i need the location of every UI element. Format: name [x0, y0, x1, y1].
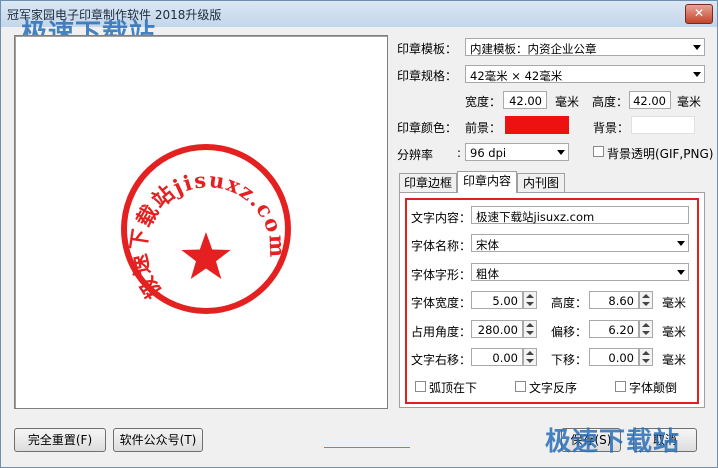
angle-input[interactable]: 280.00 [471, 320, 523, 338]
font-width-input[interactable]: 5.00 [471, 291, 523, 309]
template-select[interactable]: 内建模板：内资企业公章 [465, 38, 705, 56]
font-style-value: 粗体 [476, 267, 499, 281]
font-name-value: 宋体 [476, 238, 499, 252]
stamp-canvas: 极速下载站jisuxz.com [121, 144, 291, 314]
text-content-value: 极速下载站jisuxz.com [476, 210, 595, 224]
main-window: 冠军家园电子印章制作软件 2018升级版 ✕ 极速下载站 极速下载站jisuxz… [0, 0, 718, 468]
font-height-label: 高度： [551, 296, 588, 310]
upside-down-checkbox[interactable] [615, 381, 626, 392]
resolution-select[interactable]: 96 dpi [465, 143, 569, 161]
tab-content[interactable]: 印章内容 [457, 171, 517, 193]
font-height-spinner[interactable] [639, 291, 653, 309]
foreground-label: 前景： [465, 121, 502, 135]
width-unit: 毫米 [555, 95, 580, 109]
font-height-value: 8.60 [608, 294, 634, 308]
text-content-label: 文字内容： [411, 211, 472, 225]
offset-label: 偏移： [551, 325, 588, 339]
chevron-down-icon [557, 150, 565, 155]
resolution-label: 分辨率 [397, 148, 434, 162]
upside-down-label: 字体颠倒 [629, 381, 678, 395]
foreground-color-swatch[interactable] [505, 116, 569, 134]
spec-label: 印章规格： [397, 69, 458, 83]
font-name-label: 字体名称： [411, 239, 472, 253]
chevron-down-icon [693, 72, 701, 77]
offset-spinner[interactable] [639, 320, 653, 338]
tab-border[interactable]: 印章边框 [399, 173, 457, 193]
reverse-text-label: 文字反序 [529, 381, 578, 395]
right-shift-label: 文字右移： [411, 353, 472, 367]
close-button[interactable]: ✕ [685, 4, 713, 24]
watermark-bottom-right: 极速下载站 [545, 427, 681, 457]
width-label: 宽度： [465, 95, 502, 109]
resolution-separator: : [457, 146, 462, 160]
height-label: 高度： [592, 95, 629, 109]
font-width-label: 字体宽度： [411, 296, 472, 310]
star-icon [181, 232, 231, 279]
transparent-checkbox[interactable] [593, 146, 604, 157]
template-value: 内建模板：内资企业公章 [470, 42, 597, 56]
height-unit: 毫米 [677, 95, 702, 109]
down-shift-spinner[interactable] [639, 348, 653, 366]
angle-spinner[interactable] [523, 320, 537, 338]
spec-value: 42毫米 × 42毫米 [470, 69, 563, 83]
down-shift-value: 0.00 [608, 351, 634, 365]
font-style-select[interactable]: 粗体 [471, 263, 689, 281]
right-shift-value: 0.00 [492, 351, 518, 365]
down-shift-input[interactable]: 0.00 [589, 348, 639, 366]
font-height-input[interactable]: 8.60 [589, 291, 639, 309]
height-value: 42.00 [633, 94, 666, 108]
chevron-down-icon [677, 270, 685, 275]
font-width-spinner[interactable] [523, 291, 537, 309]
background-color-swatch[interactable] [631, 116, 695, 134]
angle-label: 占用角度： [411, 325, 472, 339]
offset-value: 6.20 [608, 323, 634, 337]
reset-button[interactable]: 完全重置(F) [14, 428, 106, 452]
chevron-down-icon [693, 45, 701, 50]
down-shift-unit: 毫米 [662, 353, 687, 367]
arc-top-label: 弧顶在下 [429, 381, 478, 395]
wechat-button[interactable]: 软件公众号(T) [113, 428, 203, 452]
color-label: 印章颜色： [397, 121, 458, 135]
right-shift-spinner[interactable] [523, 348, 537, 366]
offset-unit: 毫米 [662, 325, 687, 339]
down-shift-label: 下移： [551, 353, 588, 367]
height-input[interactable]: 42.00 [629, 91, 671, 109]
spec-select[interactable]: 42毫米 × 42毫米 [465, 65, 705, 83]
font-width-value: 5.00 [492, 294, 518, 308]
offset-input[interactable]: 6.20 [589, 320, 639, 338]
resolution-value: 96 dpi [470, 146, 507, 160]
chevron-down-icon [677, 241, 685, 246]
font-style-label: 字体字形： [411, 268, 472, 282]
angle-value: 280.00 [477, 323, 518, 337]
right-shift-input[interactable]: 0.00 [471, 348, 523, 366]
text-content-input[interactable]: 极速下载站jisuxz.com [471, 206, 689, 224]
reverse-text-checkbox[interactable] [515, 381, 526, 392]
arc-top-checkbox[interactable] [415, 381, 426, 392]
font-height-unit: 毫米 [662, 296, 687, 310]
template-label: 印章模板： [397, 42, 458, 56]
tab-inner-image[interactable]: 内刊图 [517, 173, 565, 193]
transparent-label: 背景透明(GIF,PNG) [607, 147, 714, 161]
link-underline [324, 447, 410, 448]
width-input[interactable]: 42.00 [503, 91, 547, 109]
font-name-select[interactable]: 宋体 [471, 234, 689, 252]
background-label: 背景： [593, 121, 630, 135]
width-value: 42.00 [509, 94, 542, 108]
stamp-preview: 极速下载站jisuxz.com [14, 35, 388, 409]
